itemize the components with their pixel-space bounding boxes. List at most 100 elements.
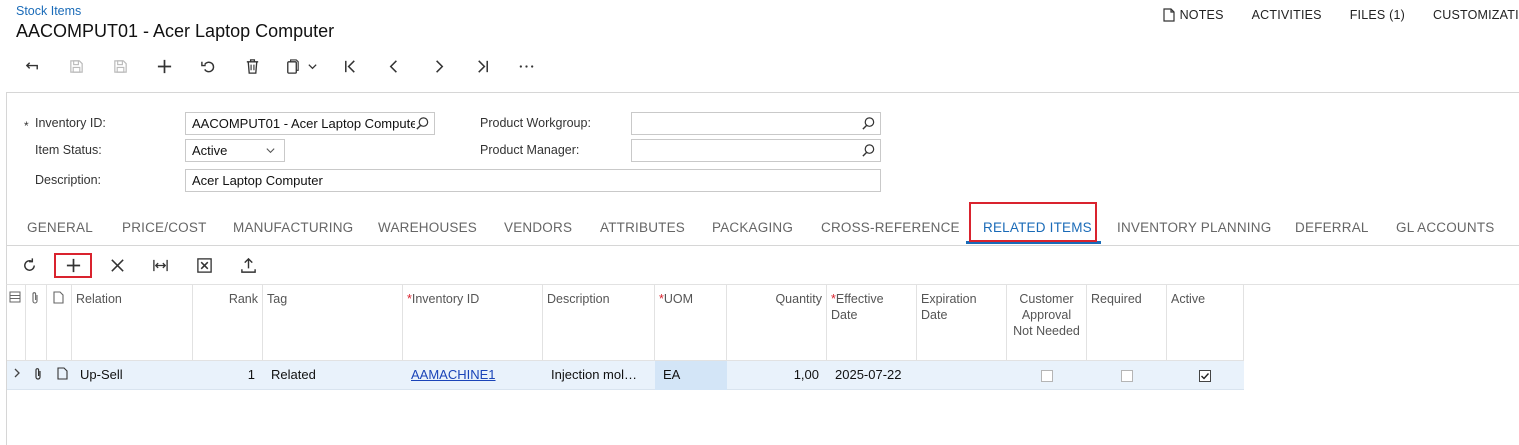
activities-label: ACTIVITIES [1251, 8, 1322, 22]
description-header-label: Description [547, 292, 610, 306]
breadcrumb[interactable]: Stock Items [16, 4, 81, 18]
cell-uom[interactable]: EA [655, 361, 727, 390]
item-status-select[interactable]: Active [185, 139, 285, 162]
header-quantity[interactable]: Quantity [727, 285, 827, 361]
tab-deferral[interactable]: DEFERRAL [1295, 220, 1369, 235]
upload-button[interactable] [238, 255, 258, 275]
column-settings-header[interactable] [7, 285, 26, 361]
header-required[interactable]: Required [1087, 285, 1167, 361]
last-record-button[interactable] [460, 54, 504, 78]
tab-inventory-planning[interactable]: INVENTORY PLANNING [1117, 220, 1271, 235]
fit-columns-button[interactable] [150, 255, 170, 275]
cell-relation[interactable]: Up-Sell [76, 361, 193, 390]
active-checkbox[interactable] [1199, 370, 1211, 382]
prev-record-button[interactable] [372, 54, 416, 78]
first-icon [344, 59, 355, 73]
top-links: NOTES ACTIVITIES FILES (1) CUSTOMIZATION [1162, 8, 1519, 22]
save-button[interactable] [54, 54, 98, 78]
save-icon [69, 59, 83, 73]
header-tag[interactable]: Tag [263, 285, 403, 361]
chevron-down-icon [308, 63, 317, 69]
add-row-highlight [54, 253, 92, 278]
add-record-button[interactable] [142, 54, 186, 78]
cell-expiration-date[interactable] [921, 361, 1007, 390]
row-attachment-button[interactable] [29, 361, 47, 390]
header-active[interactable]: Active [1167, 285, 1244, 361]
export-excel-button[interactable] [194, 255, 214, 275]
grid-toolbar [6, 246, 1519, 284]
effective-date-header-label: Effective Date [831, 292, 884, 322]
item-status-value: Active [192, 143, 228, 158]
header-relation[interactable]: Relation [72, 285, 193, 361]
search-icon[interactable] [861, 143, 876, 158]
cancel-button[interactable] [186, 54, 230, 78]
uom-header-label: UOM [663, 292, 694, 306]
tab-warehouses[interactable]: WAREHOUSES [378, 220, 477, 235]
row-note-button[interactable] [53, 361, 72, 390]
tab-gl-accounts[interactable]: GL ACCOUNTS [1396, 220, 1494, 235]
files-label: FILES (1) [1349, 8, 1405, 22]
product-manager-field[interactable] [631, 139, 881, 162]
tab-cross-reference[interactable]: CROSS-REFERENCE [821, 220, 960, 235]
copy-icon [287, 58, 299, 74]
copy-paste-button[interactable] [274, 54, 328, 78]
product-manager-label: Product Manager: [480, 143, 580, 157]
header-description[interactable]: Description [543, 285, 655, 361]
header-form: * Inventory ID: AACOMPUT01 - Acer Laptop… [6, 92, 1519, 200]
search-icon[interactable] [415, 116, 430, 131]
cell-quantity[interactable]: 1,00 [727, 361, 823, 390]
inventory-id-field[interactable]: AACOMPUT01 - Acer Laptop Computer [185, 112, 435, 135]
cell-description[interactable]: Injection mol… [547, 361, 655, 390]
cell-effective-date[interactable]: 2025-07-22 [831, 361, 917, 390]
delete-button[interactable] [230, 54, 274, 78]
back-button[interactable] [10, 54, 54, 78]
header-effective-date[interactable]: *Effective Date [827, 285, 917, 361]
first-record-button[interactable] [328, 54, 372, 78]
tab-vendors[interactable]: VENDORS [504, 220, 572, 235]
tab-manufacturing[interactable]: MANUFACTURING [233, 220, 353, 235]
header-rank[interactable]: Rank [193, 285, 263, 361]
delete-row-button[interactable] [107, 255, 127, 275]
activities-link[interactable]: ACTIVITIES [1252, 8, 1322, 22]
more-button[interactable] [504, 54, 548, 78]
header-uom[interactable]: *UOM [655, 285, 727, 361]
search-icon[interactable] [861, 116, 876, 131]
required-checkbox[interactable] [1121, 370, 1133, 382]
cell-inventory-id-link[interactable]: AAMACHINE1 [407, 361, 543, 390]
page-title: AACOMPUT01 - Acer Laptop Computer [16, 21, 335, 41]
expand-row-button[interactable] [9, 361, 26, 390]
cell-rank[interactable]: 1 [193, 361, 259, 390]
notes-link[interactable]: NOTES [1162, 8, 1224, 22]
active-header-label: Active [1171, 292, 1206, 306]
delete-icon [246, 58, 258, 74]
required-header-label: Required [1091, 292, 1142, 306]
chevron-right-icon [14, 368, 20, 378]
back-icon [25, 61, 38, 69]
next-icon [435, 59, 443, 73]
customer-approval-checkbox[interactable] [1041, 370, 1053, 382]
inventory-id-header-label: Inventory ID [411, 292, 480, 306]
inventory-id-label: Inventory ID: [35, 116, 106, 130]
cell-tag[interactable]: Related [267, 361, 403, 390]
product-workgroup-field[interactable] [631, 112, 881, 135]
header-inventory-id[interactable]: *Inventory ID [403, 285, 543, 361]
next-record-button[interactable] [416, 54, 460, 78]
tab-packaging[interactable]: PACKAGING [712, 220, 793, 235]
tag-header-label: Tag [267, 292, 288, 306]
tab-attributes[interactable]: ATTRIBUTES [600, 220, 685, 235]
save-close-button[interactable] [98, 54, 142, 78]
add-icon [157, 59, 171, 73]
more-icon [519, 64, 533, 68]
header-expiration-date[interactable]: Expiration Date [917, 285, 1007, 361]
files-link[interactable]: FILES (1) [1350, 8, 1405, 22]
customization-link[interactable]: CUSTOMIZATION [1433, 8, 1519, 22]
required-marker: * [24, 119, 29, 133]
export-excel-icon [196, 257, 212, 273]
tab-price-cost[interactable]: PRICE/COST [122, 220, 207, 235]
refresh-button[interactable] [19, 255, 39, 275]
tab-general[interactable]: GENERAL [27, 220, 93, 235]
column-settings-icon [9, 291, 21, 303]
header-customer-approval[interactable]: Customer Approval Not Needed [1007, 285, 1087, 361]
undo-icon [200, 61, 214, 72]
description-field[interactable]: Acer Laptop Computer [185, 169, 881, 192]
